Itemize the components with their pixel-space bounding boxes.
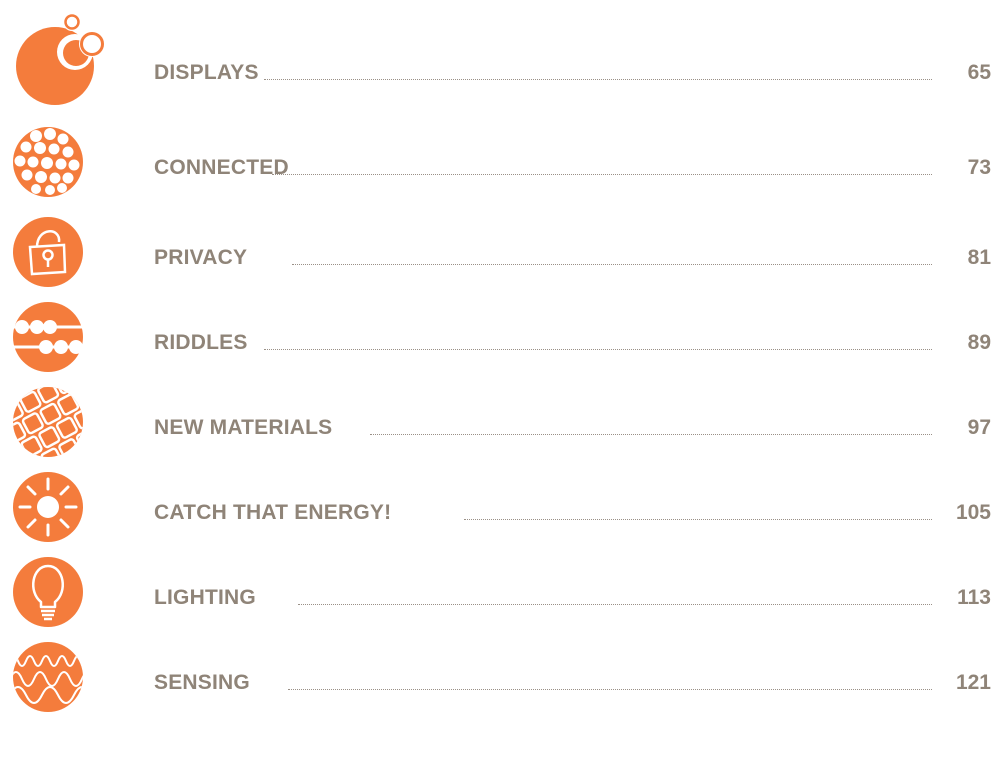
dotted-leader xyxy=(464,519,932,520)
toc-entry-sensing[interactable]: SENSING 121 xyxy=(0,635,998,725)
bubbles-icon xyxy=(6,6,105,105)
page-number: 113 xyxy=(957,586,991,609)
dotted-leader xyxy=(264,349,932,350)
toc-entry-riddles[interactable]: RIDDLES 89 xyxy=(0,295,998,385)
toc-entry-lighting[interactable]: LIGHTING 113 xyxy=(0,550,998,640)
page-number: 97 xyxy=(967,416,991,439)
page-number: 121 xyxy=(955,671,991,694)
entry-title: NEW MATERIALS xyxy=(154,416,333,439)
beads-icon xyxy=(6,295,102,391)
page-number: 73 xyxy=(967,156,991,179)
tiles-icon xyxy=(6,380,102,476)
toc-entry-displays[interactable]: DISPLAYS 65 xyxy=(0,0,998,105)
page-number: 89 xyxy=(967,331,991,354)
table-of-contents: DISPLAYS 65 CONNECTED 73 PRIVACY 81 RIDD… xyxy=(0,0,998,768)
entry-title: DISPLAYS xyxy=(154,61,259,84)
page-number: 81 xyxy=(967,246,991,269)
dotted-leader xyxy=(298,604,932,605)
sun-icon xyxy=(6,465,102,561)
toc-entry-privacy[interactable]: PRIVACY 81 xyxy=(0,210,998,300)
dotted-leader xyxy=(272,174,932,175)
entry-title: PRIVACY xyxy=(154,246,248,269)
page-number: 105 xyxy=(955,501,991,524)
lightbulb-icon xyxy=(6,550,102,646)
dotted-leader xyxy=(370,434,932,435)
entry-title: RIDDLES xyxy=(154,331,248,354)
toc-entry-catch-that-energy[interactable]: CATCH THAT ENERGY! 105 xyxy=(0,465,998,555)
toc-entry-connected[interactable]: CONNECTED 73 xyxy=(0,120,998,210)
entry-title: LIGHTING xyxy=(154,586,256,609)
dots-cluster-icon xyxy=(6,120,102,216)
waves-icon xyxy=(6,635,102,731)
dotted-leader xyxy=(264,79,932,80)
dotted-leader xyxy=(288,689,932,690)
toc-entry-new-materials[interactable]: NEW MATERIALS 97 xyxy=(0,380,998,470)
entry-title: CONNECTED xyxy=(154,156,289,179)
page-number: 65 xyxy=(967,61,991,84)
entry-title: SENSING xyxy=(154,671,250,694)
dotted-leader xyxy=(292,264,932,265)
entry-title: CATCH THAT ENERGY! xyxy=(154,501,392,524)
padlock-icon xyxy=(6,210,102,306)
